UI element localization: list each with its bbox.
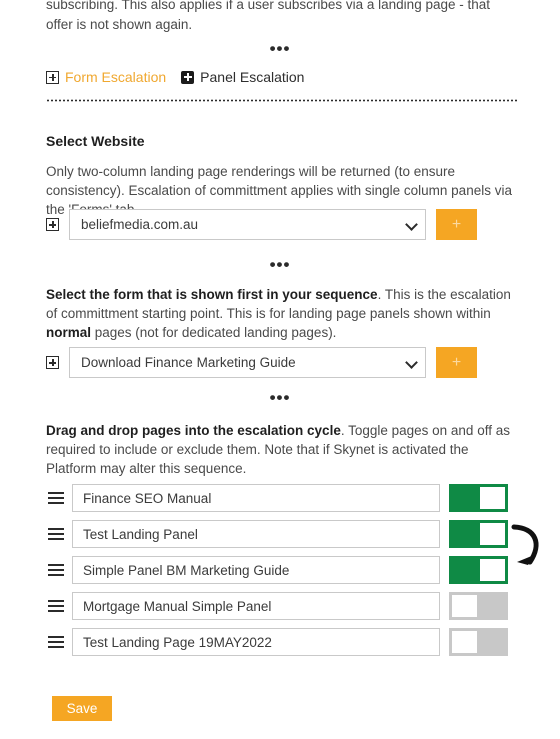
sequence-page-name[interactable]: Mortgage Manual Simple Panel bbox=[72, 592, 440, 620]
toggle-knob bbox=[452, 595, 477, 617]
section-separator-dots-2: ••• bbox=[269, 255, 291, 274]
escalation-settings-page: subscribing. This also applies if a user… bbox=[0, 0, 560, 739]
section-separator-dots-3: ••• bbox=[269, 388, 291, 407]
drag-handle-icon[interactable] bbox=[46, 600, 68, 612]
sequence-page-name[interactable]: Test Landing Page 19MAY2022 bbox=[72, 628, 440, 656]
sequence-description-bold: Drag and drop pages into the escalation … bbox=[46, 423, 341, 438]
tab-form-escalation-label: Form Escalation bbox=[65, 69, 167, 85]
drag-handle-icon[interactable] bbox=[46, 492, 68, 504]
plus-square-solid-icon bbox=[181, 70, 195, 84]
sequence-page-toggle[interactable] bbox=[449, 556, 508, 584]
sequence-page-toggle[interactable] bbox=[449, 592, 508, 620]
toggle-knob bbox=[452, 631, 477, 653]
first-form-description-bold-2: normal bbox=[46, 325, 92, 340]
first-form-description-bold-1: Select the form that is shown first in y… bbox=[46, 287, 378, 302]
plus-square-outline-icon bbox=[46, 70, 59, 84]
escalation-sequence-list: Finance SEO Manual Test Landing Panel Simp… bbox=[46, 484, 516, 664]
sequence-page-name[interactable]: Test Landing Panel bbox=[72, 520, 440, 548]
select-website-heading: Select Website bbox=[46, 133, 145, 149]
website-select-row: beliefmedia.com.au + bbox=[46, 209, 477, 240]
sequence-page-toggle[interactable] bbox=[449, 484, 508, 512]
first-form-select-row: Download Finance Marketing Guide + bbox=[46, 347, 477, 378]
add-form-button[interactable]: + bbox=[436, 347, 477, 378]
drag-handle-icon[interactable] bbox=[46, 528, 68, 540]
drag-handle-icon[interactable] bbox=[46, 564, 68, 576]
escalation-tab-row: Form Escalation Panel Escalation bbox=[46, 69, 304, 85]
sequence-row: Test Landing Panel bbox=[46, 520, 516, 548]
intro-paragraph: subscribing. This also applies if a user… bbox=[46, 0, 490, 32]
tab-panel-escalation-label: Panel Escalation bbox=[200, 69, 305, 85]
sequence-row: Test Landing Page 19MAY2022 bbox=[46, 628, 516, 656]
expand-website-plus-icon[interactable] bbox=[46, 218, 59, 231]
tab-form-escalation[interactable]: Form Escalation bbox=[46, 69, 166, 85]
sequence-page-name[interactable]: Simple Panel BM Marketing Guide bbox=[72, 556, 440, 584]
toggle-knob bbox=[480, 523, 505, 545]
tab-panel-escalation[interactable]: Panel Escalation bbox=[181, 69, 304, 85]
sequence-page-name[interactable]: Finance SEO Manual bbox=[72, 484, 440, 512]
toggle-knob bbox=[480, 487, 505, 509]
toggle-knob bbox=[480, 559, 505, 581]
dotted-divider bbox=[46, 99, 518, 102]
section-separator-dots-1: ••• bbox=[269, 39, 291, 58]
add-website-button[interactable]: + bbox=[436, 209, 477, 240]
website-select-value: beliefmedia.com.au bbox=[81, 217, 199, 232]
first-form-select[interactable]: Download Finance Marketing Guide bbox=[69, 347, 426, 378]
drag-handle-icon[interactable] bbox=[46, 636, 68, 648]
chevron-down-icon bbox=[405, 217, 418, 231]
chevron-down-icon bbox=[405, 355, 418, 369]
sequence-row: Finance SEO Manual bbox=[46, 484, 516, 512]
save-button[interactable]: Save bbox=[52, 696, 112, 721]
website-select[interactable]: beliefmedia.com.au bbox=[69, 209, 426, 240]
first-form-description: Select the form that is shown first in y… bbox=[46, 285, 520, 342]
sequence-description: Drag and drop pages into the escalation … bbox=[46, 421, 520, 478]
sequence-page-toggle[interactable] bbox=[449, 628, 508, 656]
first-form-select-value: Download Finance Marketing Guide bbox=[81, 355, 296, 370]
expand-form-plus-icon[interactable] bbox=[46, 356, 59, 369]
sequence-row: Simple Panel BM Marketing Guide bbox=[46, 556, 516, 584]
first-form-description-rest-2: pages (not for dedicated landing pages). bbox=[91, 325, 337, 340]
sequence-page-toggle[interactable] bbox=[449, 520, 508, 548]
sequence-row: Mortgage Manual Simple Panel bbox=[46, 592, 516, 620]
